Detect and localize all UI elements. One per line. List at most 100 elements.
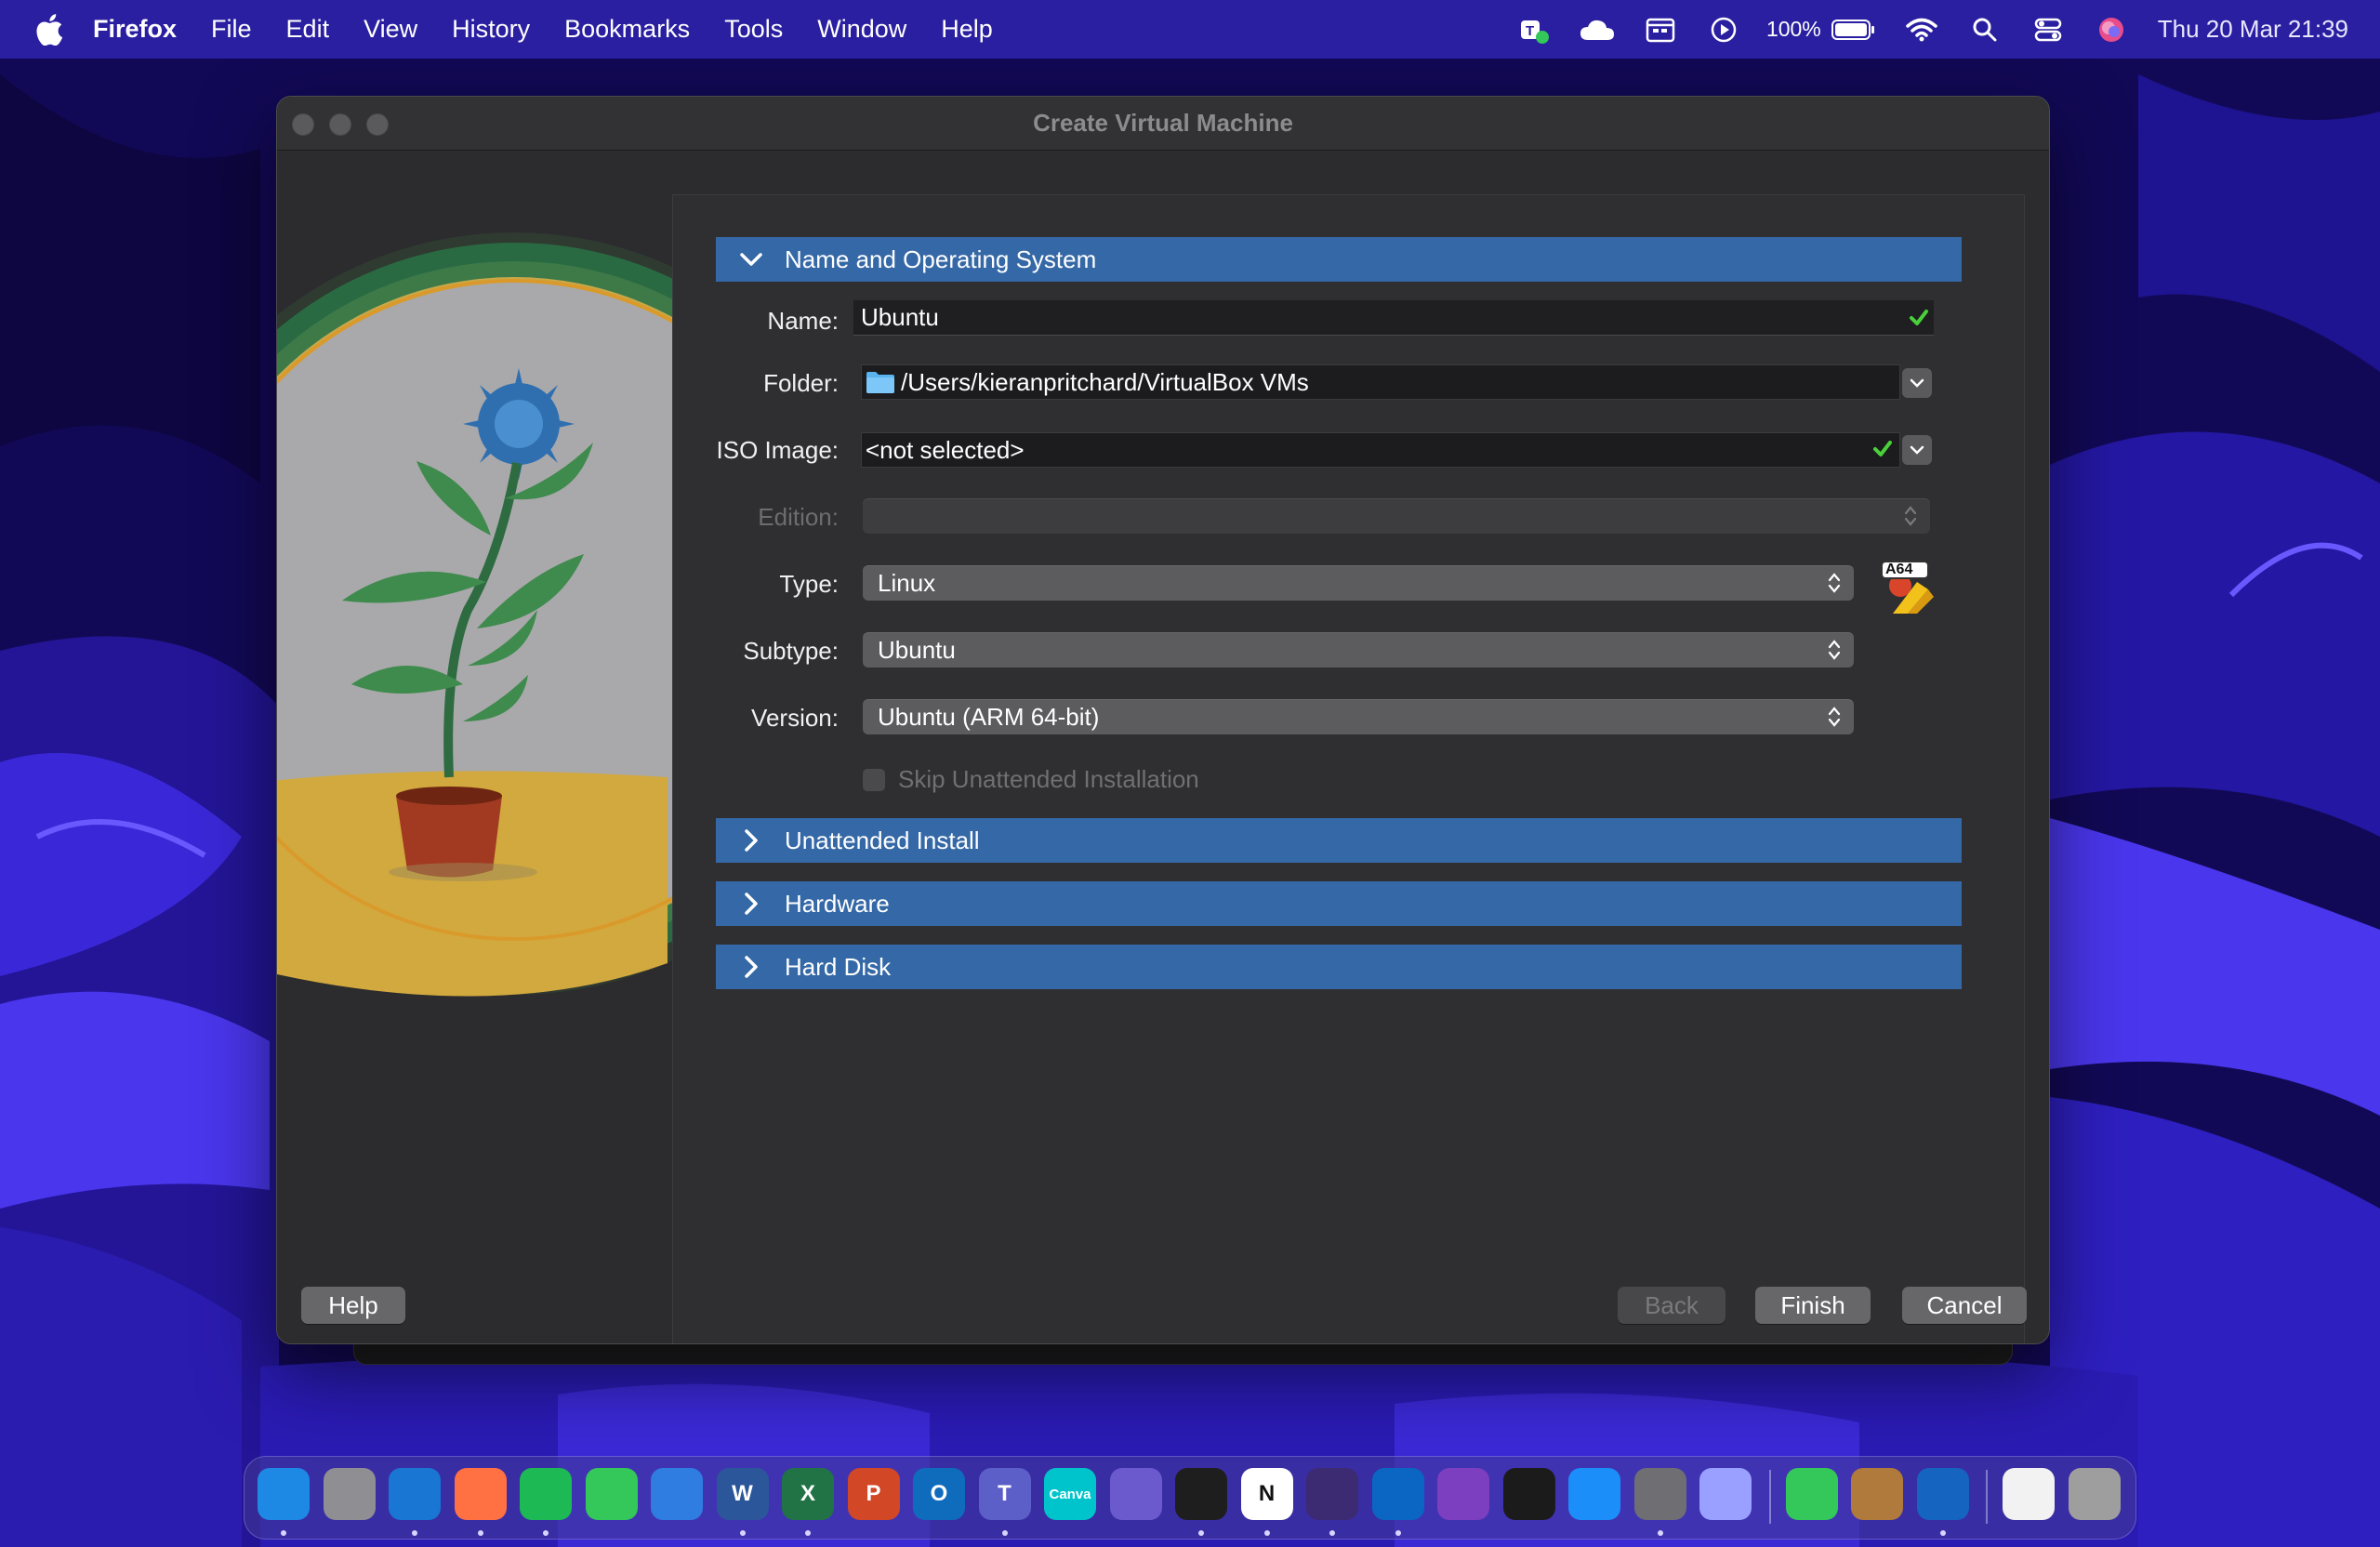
dock-vscode-icon[interactable] xyxy=(1371,1468,1424,1520)
updown-arrows-icon xyxy=(1828,573,1841,593)
section-hardware-header[interactable]: Hardware xyxy=(716,881,1962,926)
menu-bookmarks[interactable]: Bookmarks xyxy=(564,15,690,44)
window-title: Create Virtual Machine xyxy=(1033,109,1293,137)
apple-logo-icon[interactable] xyxy=(35,13,63,46)
siri-icon[interactable] xyxy=(2093,14,2130,46)
menu-view[interactable]: View xyxy=(364,15,417,44)
dock-spotify-icon[interactable] xyxy=(520,1468,572,1520)
dock-figma-icon[interactable] xyxy=(1175,1468,1227,1520)
play-icon[interactable] xyxy=(1705,14,1742,46)
folder-combobox[interactable]: /Users/kieranpritchard/VirtualBox VMs xyxy=(861,364,1900,400)
dock-running-indicator xyxy=(1263,1530,1270,1536)
section-name-os-header[interactable]: Name and Operating System xyxy=(716,237,1962,282)
battery-icon[interactable] xyxy=(1831,14,1877,46)
dock-separator xyxy=(1986,1470,1988,1524)
iso-image-combobox[interactable]: <not selected> xyxy=(861,432,1900,468)
finish-button[interactable]: Finish xyxy=(1755,1287,1871,1324)
version-value: Ubuntu (ARM 64-bit) xyxy=(878,702,1100,731)
dock-facetime-icon[interactable] xyxy=(1785,1468,1838,1520)
chevron-down-icon xyxy=(1910,445,1924,455)
dock-running-indicator xyxy=(1657,1530,1663,1536)
type-label: Type: xyxy=(779,570,839,598)
type-select[interactable]: Linux xyxy=(863,565,1854,601)
dock-running-indicator xyxy=(1939,1530,1946,1536)
skip-unattended-checkbox[interactable] xyxy=(863,768,885,791)
menu-file[interactable]: File xyxy=(211,15,252,44)
zoom-window-button[interactable] xyxy=(366,113,389,136)
os-arm64-badge-icon: A64 xyxy=(1880,560,1939,619)
menu-help[interactable]: Help xyxy=(941,15,993,44)
dock-mail-icon[interactable] xyxy=(651,1468,703,1520)
dock-terminal-icon[interactable] xyxy=(1502,1468,1555,1520)
section-name-os-label: Name and Operating System xyxy=(785,245,1097,273)
dock-canva-icon[interactable]: Canva xyxy=(1044,1468,1096,1520)
section-hard-disk-label: Hard Disk xyxy=(785,952,892,981)
dock-github-desktop-icon[interactable] xyxy=(1437,1468,1489,1520)
edition-label: Edition: xyxy=(758,503,839,531)
menu-bar: Firefox File Edit View History Bookmarks… xyxy=(0,0,2380,59)
menu-history[interactable]: History xyxy=(452,15,530,44)
dock-safari-icon[interactable] xyxy=(389,1468,441,1520)
dock-running-indicator xyxy=(281,1530,286,1536)
dock: W X P O T Canva N xyxy=(244,1456,2136,1540)
dock-teams-icon[interactable]: T xyxy=(978,1468,1031,1520)
updown-arrows-icon xyxy=(1828,640,1841,660)
section-unattended-header[interactable]: Unattended Install xyxy=(716,818,1962,863)
title-bar[interactable]: Create Virtual Machine xyxy=(277,97,2049,151)
dock-excel-icon[interactable]: X xyxy=(782,1468,834,1520)
minimize-window-button[interactable] xyxy=(329,113,351,136)
dock-outlook-icon[interactable]: O xyxy=(913,1468,965,1520)
close-window-button[interactable] xyxy=(292,113,314,136)
wifi-icon[interactable] xyxy=(1903,14,1940,46)
calendar-icon[interactable] xyxy=(1642,14,1679,46)
menu-tools[interactable]: Tools xyxy=(724,15,783,44)
section-hard-disk-header[interactable]: Hard Disk xyxy=(716,945,1962,989)
dock-app-store-icon[interactable] xyxy=(1568,1468,1620,1520)
teams-status-icon[interactable]: T xyxy=(1515,14,1553,46)
menu-window[interactable]: Window xyxy=(817,15,906,44)
chevron-down-icon xyxy=(740,253,762,266)
dock-powerpoint-icon[interactable]: P xyxy=(847,1468,900,1520)
dock-messages-icon[interactable] xyxy=(585,1468,638,1520)
section-unattended-label: Unattended Install xyxy=(785,826,980,854)
dock-system-settings-icon[interactable] xyxy=(1633,1468,1686,1520)
dock-firefox-icon[interactable] xyxy=(454,1468,507,1520)
cancel-button[interactable]: Cancel xyxy=(1902,1287,2027,1324)
dock-running-indicator xyxy=(1329,1530,1335,1536)
section-hardware-label: Hardware xyxy=(785,889,890,918)
subtype-value: Ubuntu xyxy=(878,635,956,664)
dock-notion-icon[interactable]: N xyxy=(1240,1468,1293,1520)
menu-edit[interactable]: Edit xyxy=(286,15,330,44)
icloud-icon[interactable] xyxy=(1579,14,1616,46)
dock-preview-icon[interactable] xyxy=(2003,1468,2055,1520)
dock-separator xyxy=(1768,1470,1771,1524)
help-button[interactable]: Help xyxy=(301,1287,405,1324)
skip-unattended-checkbox-row[interactable]: Skip Unattended Installation xyxy=(863,765,1199,794)
dock-running-indicator xyxy=(1395,1530,1401,1536)
menu-app-name[interactable]: Firefox xyxy=(93,15,177,44)
folder-dropdown-button[interactable] xyxy=(1902,368,1932,398)
search-icon[interactable] xyxy=(1966,14,2003,46)
name-field[interactable]: Ubuntu xyxy=(853,300,1934,336)
dock-running-indicator xyxy=(412,1530,417,1536)
dock-iphone-mirroring-icon[interactable] xyxy=(1699,1468,1752,1520)
dock-trash-icon[interactable] xyxy=(2068,1468,2121,1520)
menubar-clock[interactable]: Thu 20 Mar 21:39 xyxy=(2158,15,2348,44)
dock-finder-icon[interactable] xyxy=(258,1468,310,1520)
dock-obsidian-icon[interactable] xyxy=(1306,1468,1358,1520)
control-center-icon[interactable] xyxy=(2030,14,2067,46)
iso-image-value: <not selected> xyxy=(866,435,1025,464)
dock-bear-app-icon[interactable] xyxy=(1109,1468,1162,1520)
edition-select xyxy=(863,498,1930,534)
dock-contacts-icon[interactable] xyxy=(1851,1468,1903,1520)
updown-arrows-icon xyxy=(1828,707,1841,727)
version-select[interactable]: Ubuntu (ARM 64-bit) xyxy=(863,699,1854,734)
dock-virtualbox-icon[interactable] xyxy=(1916,1468,1969,1520)
status-area: T 100% Thu 20 Mar 21:39 xyxy=(1489,0,2348,59)
type-value: Linux xyxy=(878,568,936,597)
subtype-select[interactable]: Ubuntu xyxy=(863,632,1854,668)
back-button[interactable]: Back xyxy=(1618,1287,1726,1324)
iso-dropdown-button[interactable] xyxy=(1902,435,1932,465)
dock-word-icon[interactable]: W xyxy=(716,1468,769,1520)
dock-launchpad-icon[interactable] xyxy=(323,1468,376,1520)
